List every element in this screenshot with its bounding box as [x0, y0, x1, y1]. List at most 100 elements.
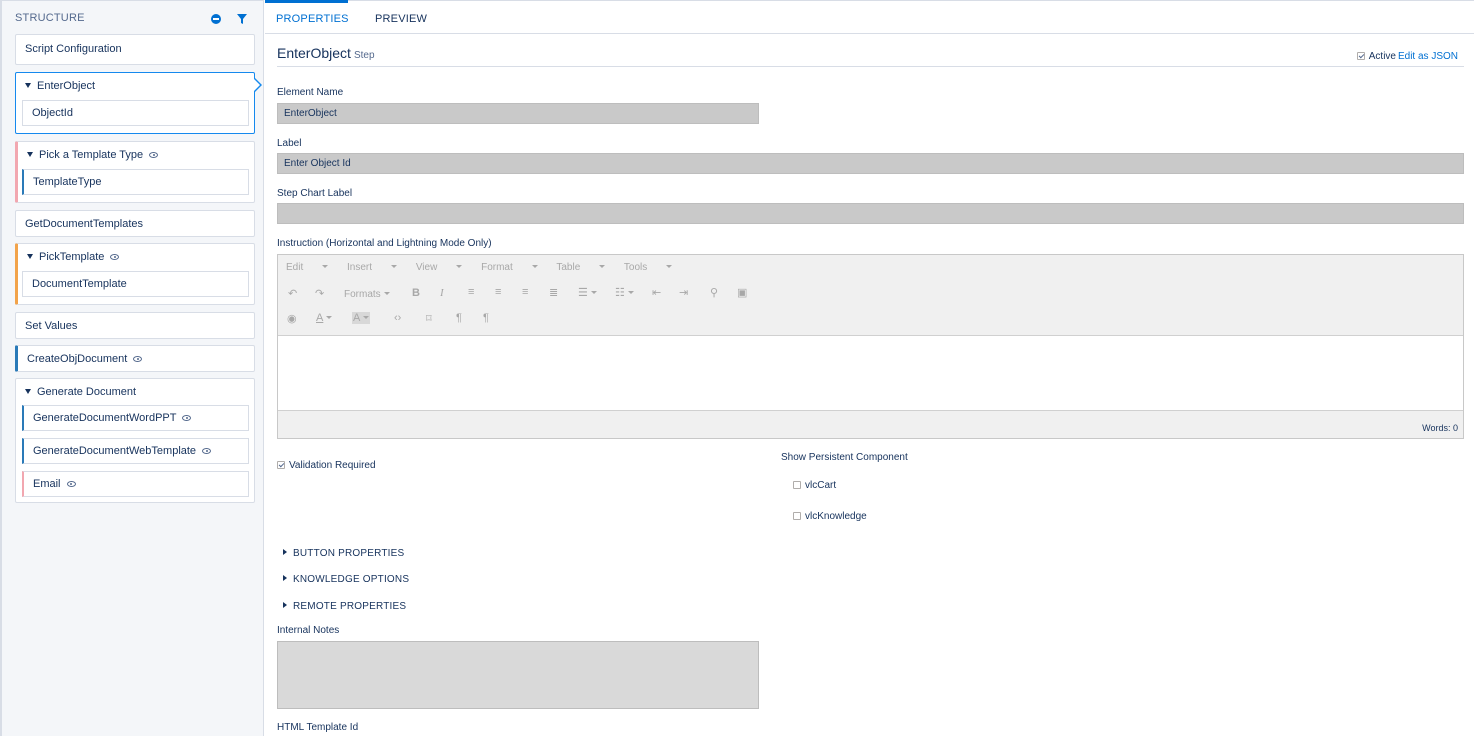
menu-format[interactable]: Format — [481, 262, 538, 273]
validation-required-toggle[interactable]: Validation Required — [277, 460, 376, 471]
tree-child-documenttemplate[interactable]: DocumentTemplate — [22, 271, 249, 297]
eye-icon — [202, 448, 212, 454]
preview-icon[interactable]: ◉ — [287, 312, 297, 325]
structure-heading: STRUCTURE — [15, 12, 85, 24]
tree-child-email[interactable]: Email — [22, 471, 249, 497]
text-color-icon[interactable]: A — [316, 312, 333, 324]
menu-tools[interactable]: Tools — [624, 262, 673, 273]
caret-down-icon[interactable] — [27, 254, 33, 259]
tree-child-label: Email — [33, 478, 61, 490]
tree-item-picktemplate[interactable]: PickTemplate DocumentTemplate — [15, 243, 255, 305]
tree-item-enterobject[interactable]: EnterObject ObjectId — [15, 72, 255, 134]
tree-child-label: GenerateDocumentWordPPT — [33, 412, 177, 424]
remote-properties-section[interactable]: REMOTE PROPERTIES — [283, 601, 406, 612]
menu-table[interactable]: Table — [556, 262, 606, 273]
tree-child-label: GenerateDocumentWebTemplate — [33, 445, 197, 457]
tab-preview[interactable]: PREVIEW — [375, 13, 427, 25]
tree-item-getdocumenttemplates[interactable]: GetDocumentTemplates — [15, 210, 255, 237]
editor-content-area[interactable] — [278, 335, 1463, 411]
active-toggle[interactable]: Active — [1356, 51, 1396, 62]
tree-child-objectid[interactable]: ObjectId — [22, 100, 249, 126]
tree-child-generatedocumentwebtemplate[interactable]: GenerateDocumentWebTemplate — [22, 438, 249, 464]
word-count: Words: 0 — [1422, 423, 1458, 433]
triangle-right-icon — [283, 549, 287, 555]
triangle-right-icon — [283, 575, 287, 581]
tree-child-templatetype[interactable]: TemplateType — [22, 169, 249, 195]
section-label: REMOTE PROPERTIES — [293, 601, 407, 612]
caret-down-icon[interactable] — [25, 389, 31, 394]
divider — [277, 66, 1464, 67]
label-field[interactable]: Enter Object Id — [277, 153, 1464, 174]
step-name: EnterObject — [277, 45, 351, 61]
source-code-icon[interactable]: ‹› — [394, 312, 401, 324]
paragraph-icon[interactable]: ¶ — [483, 312, 489, 324]
align-right-icon[interactable]: ≡ — [522, 286, 528, 298]
eye-icon — [66, 481, 76, 487]
tree-item-createobjdocument[interactable]: CreateObjDocument — [15, 345, 255, 372]
html-template-id-label: HTML Template Id — [277, 722, 359, 733]
outdent-icon[interactable]: ⇤ — [652, 286, 661, 299]
tree-child-generatedocumentwordppt[interactable]: GenerateDocumentWordPPT — [22, 405, 249, 431]
align-left-icon[interactable]: ≡ — [468, 286, 474, 298]
ltr-icon[interactable]: ¶ — [456, 312, 462, 324]
image-icon[interactable]: ▣ — [737, 286, 747, 299]
triangle-right-icon — [283, 602, 287, 608]
bookmark-icon[interactable]: ⌑ — [426, 312, 432, 325]
filter-icon[interactable] — [237, 14, 247, 24]
selection-pointer — [253, 77, 262, 93]
internal-notes-textarea[interactable] — [277, 641, 759, 709]
formats-dropdown[interactable]: Formats — [344, 289, 390, 300]
instruction-label: Instruction (Horizontal and Lightning Mo… — [277, 238, 492, 249]
element-name-field[interactable]: EnterObject — [277, 103, 759, 124]
tree-item-pick-a-template-type[interactable]: Pick a Template Type TemplateType — [15, 141, 255, 203]
step-chart-label-field[interactable] — [277, 203, 1464, 224]
page-title: EnterObject Step — [277, 45, 375, 61]
active-label: Active — [1368, 51, 1396, 62]
element-name-label: Element Name — [277, 87, 344, 98]
caret-down-icon[interactable] — [25, 83, 31, 88]
tab-properties[interactable]: PROPERTIES — [276, 13, 349, 25]
tree-item-label: Set Values — [25, 320, 78, 332]
eye-icon — [149, 152, 159, 158]
tree-item-label: GetDocumentTemplates — [25, 218, 143, 230]
checkbox-icon[interactable] — [793, 481, 801, 489]
checkbox-icon[interactable] — [793, 512, 801, 520]
undo-icon[interactable]: ↶ — [288, 287, 297, 300]
align-justify-icon[interactable]: ≣ — [549, 286, 558, 299]
validation-label: Validation Required — [289, 460, 376, 471]
section-label: BUTTON PROPERTIES — [293, 548, 405, 559]
menu-insert[interactable]: Insert — [347, 262, 398, 273]
link-icon[interactable]: ⚲ — [710, 286, 718, 299]
tree-item-set-values[interactable]: Set Values — [15, 312, 255, 339]
properties-panel: EnterObject Step Active Edit as JSON Elem… — [265, 35, 1474, 736]
knowledge-options-section[interactable]: KNOWLEDGE OPTIONS — [283, 574, 409, 585]
eye-icon — [133, 356, 143, 362]
option-label: vlcKnowledge — [805, 511, 867, 522]
label-label: Label — [277, 138, 302, 149]
menu-view[interactable]: View — [416, 262, 463, 273]
caret-down-icon[interactable] — [27, 152, 33, 157]
background-color-icon[interactable]: A — [352, 312, 371, 324]
numbered-list-icon[interactable]: ☷ — [615, 286, 634, 299]
active-tab-indicator — [265, 0, 348, 3]
vlccart-option[interactable]: vlcCart — [793, 480, 836, 491]
redo-icon[interactable]: ↷ — [315, 287, 324, 300]
eye-icon — [182, 415, 192, 421]
checkbox-icon[interactable] — [277, 461, 285, 469]
section-label: KNOWLEDGE OPTIONS — [293, 574, 410, 585]
bullet-list-icon[interactable]: ☰ — [578, 286, 597, 299]
indent-icon[interactable]: ⇥ — [679, 286, 688, 299]
menu-edit[interactable]: Edit — [286, 262, 329, 273]
vlcknowledge-option[interactable]: vlcKnowledge — [793, 511, 867, 522]
button-properties-section[interactable]: BUTTON PROPERTIES — [283, 548, 404, 559]
tree-item-script-configuration[interactable]: Script Configuration — [15, 34, 255, 65]
collapse-all-icon[interactable] — [211, 14, 221, 24]
tree-item-generate-document[interactable]: Generate Document GenerateDocumentWordPP… — [15, 378, 255, 503]
editor-menubar: Edit Insert View Format Table Tools — [286, 262, 688, 273]
edit-as-json-link[interactable]: Edit as JSON — [1398, 51, 1458, 62]
bold-icon[interactable]: B — [412, 287, 420, 299]
italic-icon[interactable]: I — [440, 287, 444, 299]
checkbox-icon[interactable] — [1356, 52, 1365, 60]
structure-panel: STRUCTURE Script Configuration EnterObje… — [0, 0, 264, 736]
align-center-icon[interactable]: ≡ — [495, 286, 501, 298]
